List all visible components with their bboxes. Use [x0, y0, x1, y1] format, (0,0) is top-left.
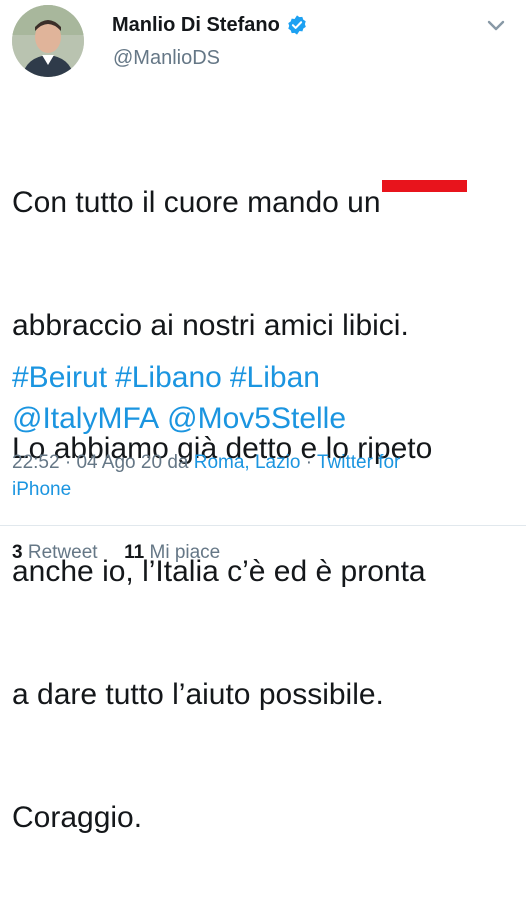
tweet-source-link[interactable]: Twitter for: [317, 452, 400, 473]
chevron-down-icon[interactable]: [483, 12, 509, 38]
tweet-text-line: a dare tutto l’aiuto possibile.: [12, 678, 384, 711]
tweet-text-line: Coraggio.: [12, 801, 143, 834]
verified-badge-icon: [288, 15, 306, 35]
hashtag-link[interactable]: #Liban: [230, 361, 320, 394]
author-handle[interactable]: @ManlioDS: [113, 47, 220, 70]
red-underline-annotation: [382, 180, 467, 192]
hashtag-link[interactable]: #Libano: [115, 361, 222, 394]
mention-link[interactable]: @Mov5Stelle: [167, 402, 346, 435]
tweet-time[interactable]: 22:52: [12, 452, 60, 473]
tweet-stats: 3 Retweet 11 Mi piace: [12, 542, 220, 564]
tweet-da: da: [167, 452, 189, 473]
hashtag-row: #Beirut #Libano #Liban: [12, 357, 517, 398]
tweet-meta: 22:52 · 04 Ago 20 da Roma, Lazio · Twitt…: [12, 452, 401, 500]
tweet-source-link-cont[interactable]: iPhone: [12, 479, 71, 500]
likes-count[interactable]: 11: [124, 542, 144, 563]
author-name[interactable]: Manlio Di Stefano: [112, 14, 280, 37]
retweets-count[interactable]: 3: [12, 542, 23, 563]
tweet-date[interactable]: 04 Ago 20: [76, 452, 162, 473]
tweet-text: Con tutto il cuore mando un abbraccio ai…: [12, 100, 517, 920]
likes-label[interactable]: Mi piace: [150, 542, 221, 563]
tweet-text-line: abbraccio ai nostri amici libici.: [12, 309, 409, 342]
retweets-label[interactable]: Retweet: [28, 542, 98, 563]
hashtag-link[interactable]: #Beirut: [12, 361, 107, 394]
tweet-links: #Beirut #Libano #Liban @ItalyMFA @Mov5Stell…: [12, 357, 517, 439]
author-name-row: Manlio Di Stefano: [112, 10, 308, 40]
avatar[interactable]: [12, 5, 84, 77]
tweet-card: Manlio Di Stefano @ManlioDS Con tutto il…: [0, 0, 526, 834]
mention-row: @ItalyMFA @Mov5Stelle: [12, 398, 517, 439]
divider: [0, 525, 526, 526]
tweet-location-link[interactable]: Roma, Lazio: [194, 452, 301, 473]
avatar-photo: [12, 5, 84, 77]
mention-link[interactable]: @ItalyMFA: [12, 402, 159, 435]
